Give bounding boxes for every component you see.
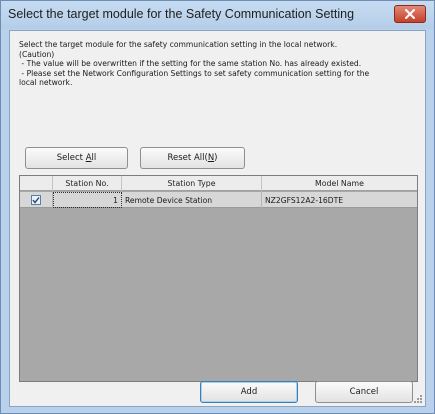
reset-all-button[interactable]: Reset All(N)	[140, 147, 245, 169]
description-line: - The value will be overwritten if the s…	[19, 59, 362, 69]
description-line: (Caution)	[19, 49, 55, 59]
station-no-cell[interactable]: 1	[53, 192, 122, 208]
description-line: local network.	[19, 78, 73, 88]
module-table: Station No. Station Type Model Name 1 Re…	[19, 175, 418, 382]
station-type-cell: Remote Device Station	[122, 192, 262, 208]
reset-all-label: Reset All(N)	[167, 153, 218, 163]
table-row[interactable]: 1 Remote Device Station NZ2GFS12A2-16DTE	[20, 192, 417, 208]
table-header: Station No. Station Type Model Name	[20, 176, 417, 191]
column-header-model-name[interactable]: Model Name	[262, 176, 417, 191]
select-all-label: Select All	[56, 153, 97, 163]
description-line: Select the target module for the safety …	[19, 40, 338, 49]
checkmark-icon	[32, 197, 40, 204]
cancel-button[interactable]: Cancel	[315, 381, 413, 403]
column-header-station-type[interactable]: Station Type	[122, 176, 262, 191]
description-text: Select the target module for the safety …	[19, 40, 419, 88]
column-header-station-no[interactable]: Station No.	[53, 176, 122, 191]
model-name-cell: NZ2GFS12A2-16DTE	[265, 195, 344, 205]
add-button[interactable]: Add	[200, 381, 298, 403]
close-icon	[405, 9, 415, 19]
column-header-select	[20, 176, 53, 191]
dialog-window: Select the target module for the Safety …	[0, 0, 435, 414]
resize-grip-icon[interactable]	[413, 394, 423, 404]
row-checkbox[interactable]	[31, 195, 41, 205]
select-cell[interactable]	[20, 192, 53, 208]
close-button[interactable]	[394, 5, 426, 23]
select-all-button[interactable]: Select All	[25, 147, 128, 169]
dialog-content: Select the target module for the safety …	[9, 30, 426, 407]
description-line: - Please set the Network Configuration S…	[19, 68, 370, 78]
dialog-title: Select the target module for the Safety …	[8, 7, 355, 21]
title-bar[interactable]: Select the target module for the Safety …	[1, 1, 434, 29]
